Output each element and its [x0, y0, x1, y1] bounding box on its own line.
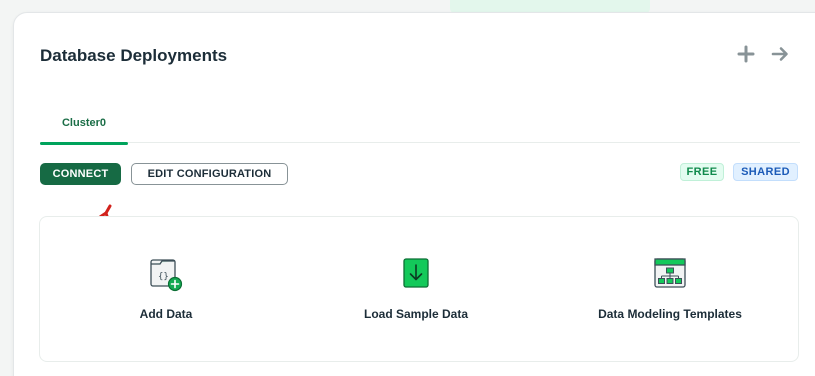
card-title: Database Deployments — [40, 46, 228, 65]
deployments-card: Database Deployments Cluster0 CONNECT ED… — [13, 12, 815, 376]
load-sample-data-option[interactable]: Load Sample Data — [316, 251, 516, 331]
download-icon — [403, 258, 429, 288]
plus-icon[interactable] — [736, 44, 756, 64]
folder-add-icon: {} — [150, 259, 183, 292]
shared-badge: SHARED — [733, 163, 798, 181]
data-modeling-templates-option[interactable]: Data Modeling Templates — [570, 251, 770, 331]
add-data-label: Add Data — [139, 307, 193, 321]
svg-text:{}: {} — [158, 272, 169, 282]
add-data-option[interactable]: {} Add Data — [66, 251, 266, 331]
edit-configuration-button[interactable]: EDIT CONFIGURATION — [131, 163, 288, 185]
arrow-right-icon[interactable] — [770, 44, 790, 64]
load-sample-data-label: Load Sample Data — [363, 307, 469, 321]
tab-cluster0[interactable]: Cluster0 — [40, 103, 128, 145]
connect-button[interactable]: CONNECT — [40, 163, 121, 185]
header-actions — [736, 43, 790, 65]
schema-template-icon — [654, 258, 686, 288]
tab-row: Cluster0 — [40, 103, 800, 145]
get-started-panel: {} Add Data Load Sample Data Data Modeli… — [39, 216, 799, 362]
page: Database Deployments Cluster0 CONNECT ED… — [0, 0, 815, 376]
data-modeling-templates-label: Data Modeling Templates — [598, 307, 742, 321]
free-badge: FREE — [680, 163, 724, 181]
